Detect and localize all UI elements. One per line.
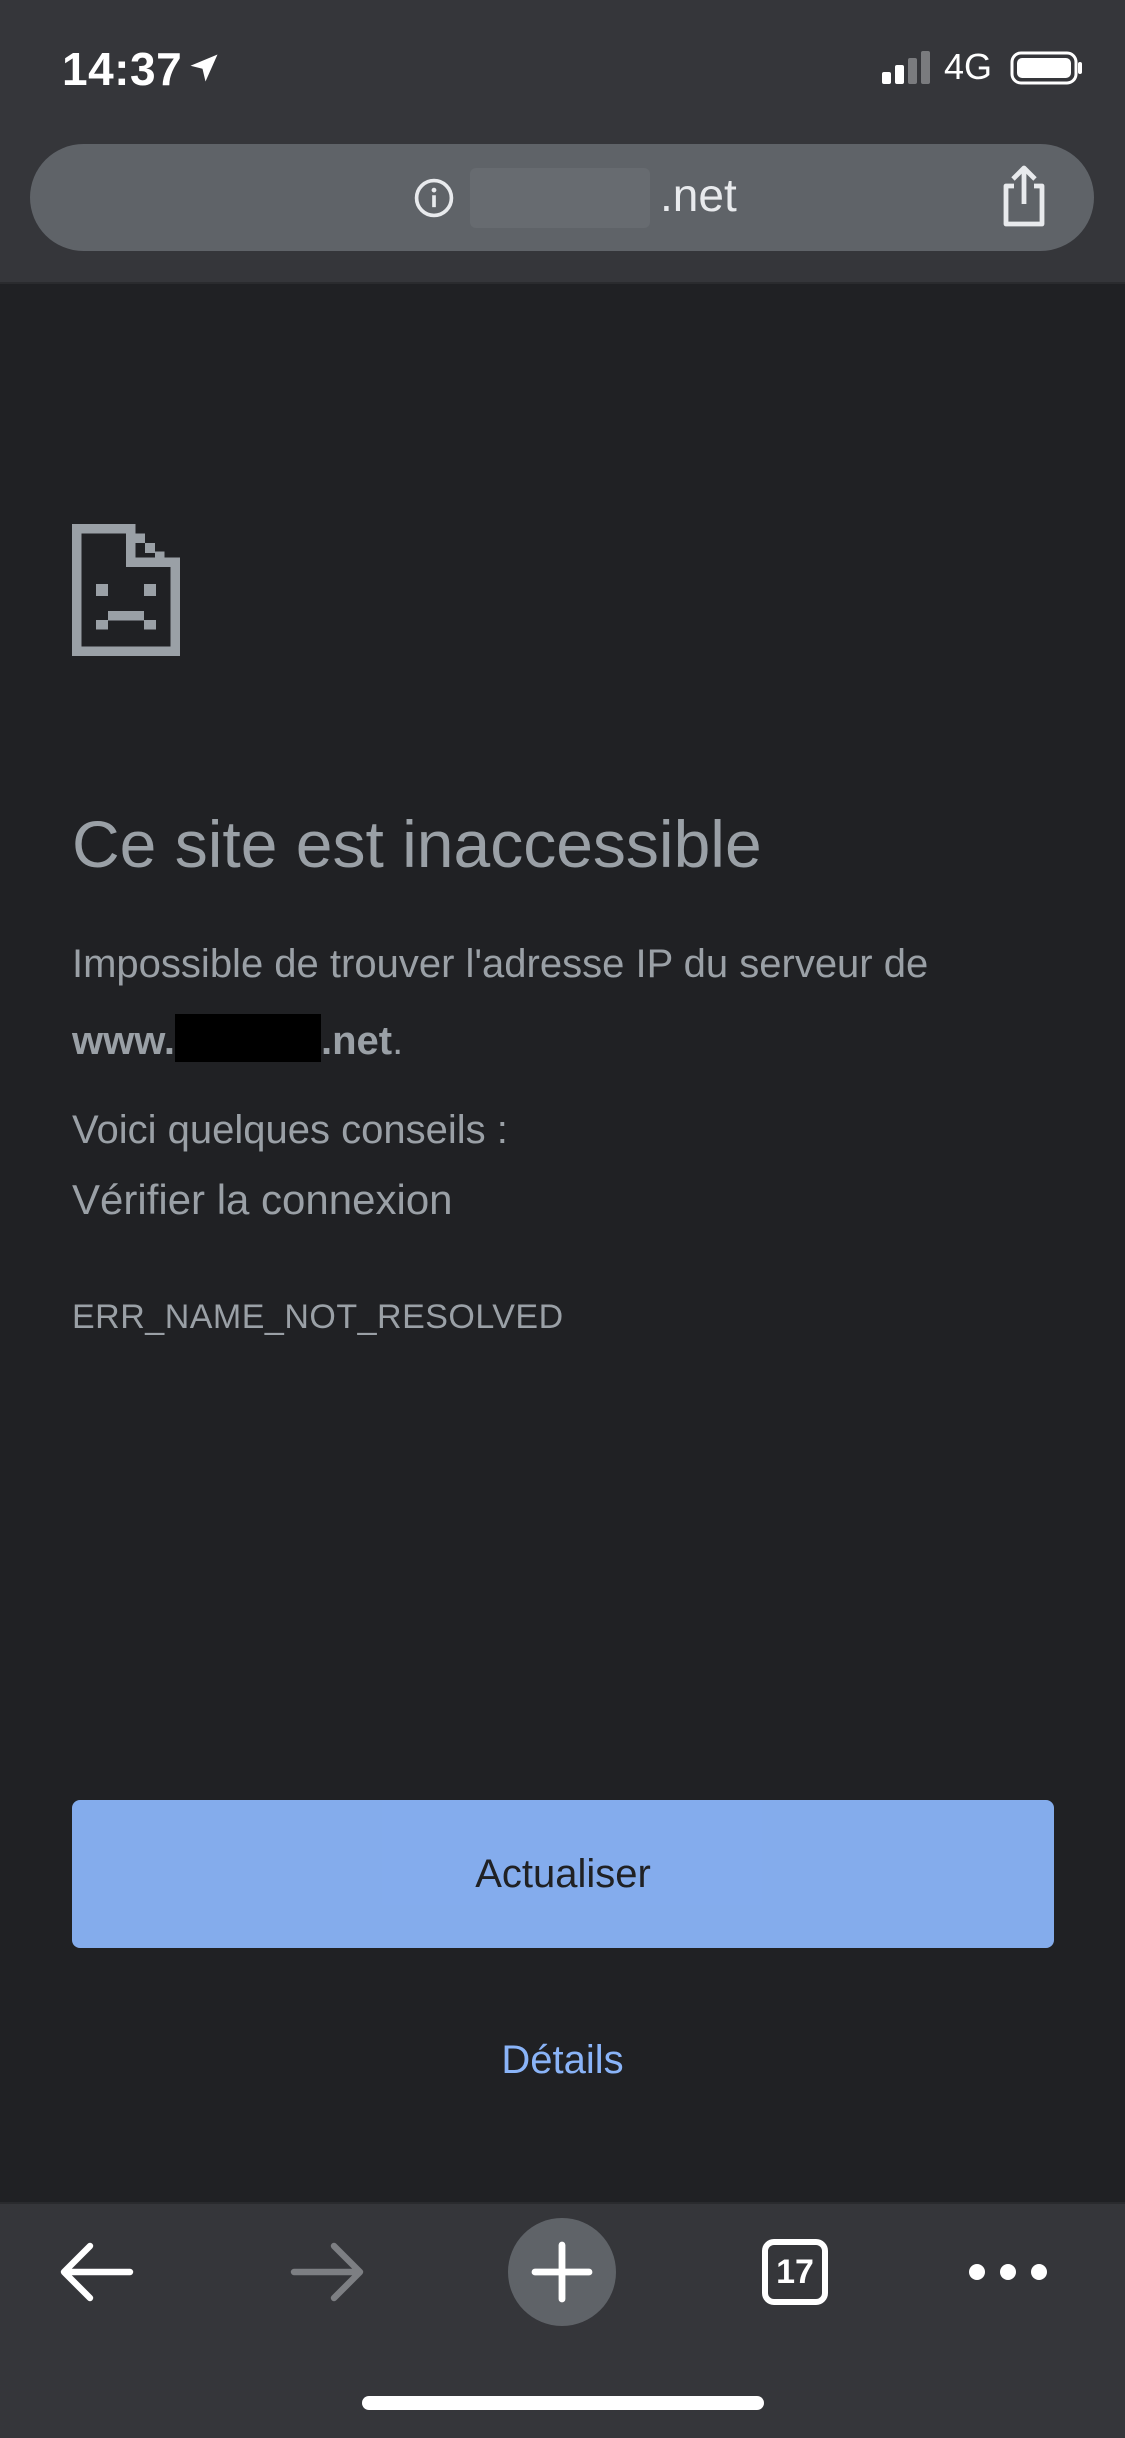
location-arrow-icon bbox=[190, 54, 218, 82]
more-menu-button[interactable] bbox=[938, 2204, 1078, 2340]
url-text[interactable]: .net bbox=[660, 168, 737, 222]
host-period: . bbox=[392, 1019, 404, 1063]
new-tab-circle bbox=[508, 2218, 616, 2326]
tab-count: 17 bbox=[776, 2252, 814, 2291]
share-icon[interactable] bbox=[996, 164, 1052, 228]
tabs-icon: 17 bbox=[762, 2239, 828, 2305]
error-code: ERR_NAME_NOT_RESOLVED bbox=[72, 1298, 564, 1336]
redacted-hostname bbox=[174, 1014, 321, 1062]
error-description: Impossible de trouver l'adresse IP du se… bbox=[72, 942, 929, 986]
redacted-domain bbox=[470, 168, 650, 228]
details-link[interactable]: Détails bbox=[0, 2038, 1125, 2083]
error-title: Ce site est inaccessible bbox=[72, 807, 762, 881]
sad-page-icon bbox=[72, 524, 180, 656]
host-suffix: .net bbox=[320, 1019, 393, 1063]
info-icon[interactable] bbox=[412, 176, 456, 220]
url-bar[interactable]: .net bbox=[30, 144, 1094, 251]
tips-heading: Voici quelques conseils : bbox=[72, 1108, 508, 1152]
host-prefix: www. bbox=[72, 1019, 175, 1063]
signal-icon bbox=[882, 51, 930, 84]
back-arrow-icon bbox=[60, 2242, 134, 2302]
forward-button[interactable] bbox=[258, 2204, 398, 2340]
network-type: 4G bbox=[944, 46, 993, 87]
error-hostname: www. .net. bbox=[72, 1014, 403, 1064]
new-tab-button[interactable] bbox=[492, 2204, 632, 2340]
back-button[interactable] bbox=[26, 2204, 166, 2340]
home-indicator[interactable] bbox=[362, 2396, 764, 2410]
tip-check-connection: Vérifier la connexion bbox=[72, 1176, 453, 1223]
tab-switcher-button[interactable]: 17 bbox=[725, 2204, 865, 2340]
reload-button[interactable]: Actualiser bbox=[72, 1800, 1054, 1948]
status-time: 14:37 bbox=[62, 43, 183, 95]
forward-arrow-icon bbox=[290, 2242, 364, 2302]
battery-icon bbox=[1010, 51, 1082, 85]
more-icon bbox=[969, 2264, 1047, 2280]
top-bar: 14:37 4G .net bbox=[0, 0, 1125, 284]
plus-icon bbox=[531, 2241, 593, 2303]
